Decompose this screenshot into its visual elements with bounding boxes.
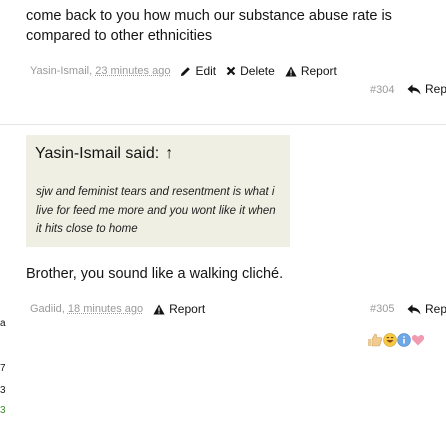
report-button[interactable]: Report (153, 302, 205, 316)
side-mark: 7 (0, 363, 6, 374)
warning-icon (285, 66, 297, 76)
post-divider (0, 124, 446, 125)
post-305-author[interactable]: Gadiid (30, 303, 62, 315)
side-mark: 3 (0, 405, 6, 416)
quote-block: Yasin-Ismail said: ↑ sjw and feminist tea… (26, 135, 290, 247)
pencil-icon (181, 66, 191, 76)
reaction-bar (367, 333, 425, 347)
info-icon[interactable] (397, 333, 411, 347)
heart-icon[interactable] (411, 333, 425, 347)
reply-icon (407, 304, 421, 314)
quote-header: Yasin-Ismail said: ↑ (35, 145, 174, 162)
post-305-meta: Gadiid, 18 minutes ago Report (30, 302, 206, 316)
side-mark: a (0, 318, 6, 329)
post-305-body: Brother, you sound like a walking cliché… (26, 266, 284, 282)
quote-text: sjw and feminist tears and resentment is… (36, 186, 276, 235)
post-304-meta: Yasin-Ismail, 23 minutes ago Edit Delete… (30, 64, 337, 78)
reply-button[interactable]: Rep (407, 82, 446, 96)
warning-icon (153, 304, 165, 314)
reply-button[interactable]: Rep (407, 302, 446, 316)
laugh-icon[interactable] (383, 333, 397, 347)
edit-button[interactable]: Edit (180, 64, 216, 78)
post-305-time[interactable]: 18 minutes ago (68, 303, 143, 315)
post-304-author[interactable]: Yasin-Ismail (30, 65, 89, 77)
reply-icon (407, 84, 421, 94)
post-304-time[interactable]: 23 minutes ago (95, 65, 170, 77)
close-icon (226, 66, 236, 76)
post-304-number[interactable]: #304 (370, 84, 394, 96)
quote-jump-link[interactable]: ↑ (165, 145, 173, 162)
post-305-number[interactable]: #305 (370, 303, 394, 315)
report-button[interactable]: Report (285, 64, 337, 78)
like-icon[interactable] (367, 333, 383, 347)
post-304-body: come back to you how much our substance … (26, 8, 392, 44)
side-mark: 3 (0, 385, 6, 396)
delete-button[interactable]: Delete (226, 64, 275, 78)
